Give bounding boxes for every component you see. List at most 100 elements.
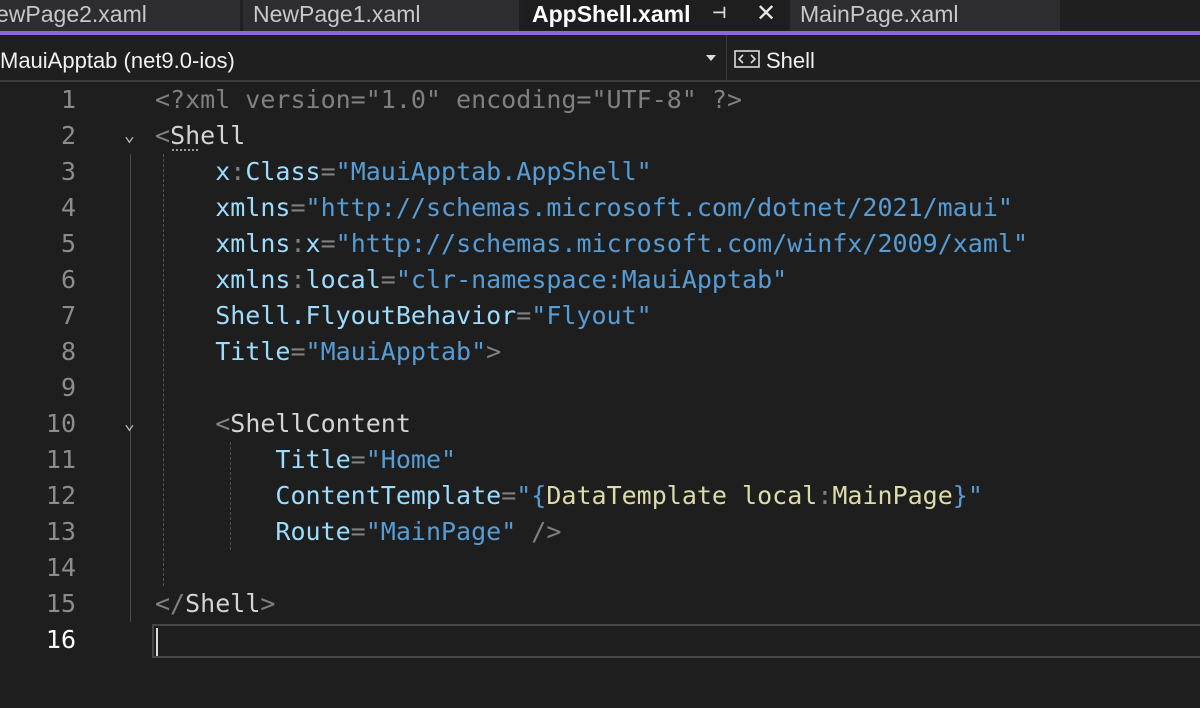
- tab-newpage1[interactable]: NewPage1.xaml: [243, 0, 519, 33]
- code-line[interactable]: 11 Title="Home": [0, 442, 1200, 478]
- code-token: =: [350, 445, 366, 474]
- code-token: "http://schemas.microsoft.com/winfx/2009…: [335, 229, 1029, 258]
- tab-label: NewPage1.xaml: [253, 1, 421, 27]
- project-dropdown[interactable]: MauiApptab (net9.0-ios): [0, 35, 727, 80]
- code-text: <Shell: [155, 118, 245, 154]
- code-token: xmlns: [155, 265, 291, 294]
- code-token: :: [290, 265, 306, 294]
- code-text: xmlns:local="clr-namespace:MauiApptab": [155, 262, 787, 298]
- line-number: 15: [45, 589, 76, 618]
- code-line[interactable]: 2 ⌄ <Shell: [0, 118, 1200, 154]
- tab-newpage2[interactable]: ewPage2.xaml: [0, 0, 240, 33]
- document-tab-strip: ewPage2.xaml NewPage1.xaml AppShell.xaml…: [0, 0, 1200, 33]
- code-token: local: [305, 265, 381, 294]
- shell-member-icon: [734, 50, 760, 68]
- line-number: 14: [45, 553, 76, 582]
- code-token: "MauiApptab.AppShell": [335, 157, 652, 186]
- code-token: "MauiApptab": [305, 337, 487, 366]
- code-line[interactable]: 5 xmlns:x="http://schemas.microsoft.com/…: [0, 226, 1200, 262]
- fold-toggle-icon[interactable]: ⌄: [124, 406, 135, 442]
- code-token: >: [486, 337, 502, 366]
- code-line[interactable]: 10 ⌄ <ShellContent: [0, 406, 1200, 442]
- code-token: local: [742, 481, 818, 510]
- close-icon[interactable]: ✕: [756, 0, 776, 27]
- code-text: xmlns:x="http://schemas.microsoft.com/wi…: [155, 226, 1028, 262]
- code-token: Shell: [170, 121, 246, 150]
- code-token: =: [516, 301, 532, 330]
- code-editor[interactable]: 1 <?xml version="1.0" encoding="UTF-8" ?>…: [0, 82, 1200, 708]
- code-line[interactable]: 1 <?xml version="1.0" encoding="UTF-8" ?>: [0, 82, 1200, 118]
- code-token: :: [230, 157, 246, 186]
- code-token: =: [290, 193, 306, 222]
- code-token: DataTemplate: [546, 481, 727, 510]
- code-line[interactable]: 7 Shell.FlyoutBehavior="Flyout": [0, 298, 1200, 334]
- code-token: "Home": [365, 445, 457, 474]
- tab-mainpage[interactable]: MainPage.xaml: [790, 0, 1060, 33]
- code-token: xmlns: [155, 229, 291, 258]
- code-token: xmlns: [155, 193, 291, 222]
- code-text: xmlns="http://schemas.microsoft.com/dotn…: [155, 190, 1013, 226]
- line-number: 10: [45, 409, 76, 438]
- code-token: =: [320, 229, 336, 258]
- line-number: 13: [45, 517, 76, 546]
- code-token: =: [380, 265, 396, 294]
- code-line[interactable]: 4 xmlns="http://schemas.microsoft.com/do…: [0, 190, 1200, 226]
- code-token: Title: [155, 445, 351, 474]
- line-number: 1: [60, 85, 76, 114]
- code-token: <: [155, 121, 171, 150]
- code-token: "{: [516, 481, 547, 510]
- code-line[interactable]: 8 Title="MauiApptab">: [0, 334, 1200, 370]
- code-token: ContentTemplate: [155, 481, 502, 510]
- code-line[interactable]: 13 Route="MainPage" />: [0, 514, 1200, 550]
- code-text: <?xml version="1.0" encoding="UTF-8" ?>: [155, 82, 742, 118]
- code-token: x: [305, 229, 321, 258]
- project-dropdown-label: MauiApptab (net9.0-ios): [0, 48, 235, 73]
- code-token: <?xml version="1.0" encoding="UTF-8" ?>: [155, 85, 742, 114]
- code-token: "Flyout": [531, 301, 652, 330]
- code-token: }": [952, 481, 983, 510]
- pin-icon[interactable]: ⊣: [712, 0, 727, 28]
- code-token: =: [290, 337, 306, 366]
- fold-toggle-icon[interactable]: ⌄: [124, 118, 135, 154]
- member-dropdown[interactable]: Shell: [734, 35, 1200, 80]
- code-token: Route: [155, 517, 351, 546]
- line-number: 5: [60, 229, 76, 258]
- code-token: Title: [155, 337, 291, 366]
- code-line[interactable]: 9: [0, 370, 1200, 406]
- line-number: 12: [45, 481, 76, 510]
- navigation-bar: MauiApptab (net9.0-ios) Shell: [0, 35, 1200, 82]
- current-line-highlight: [152, 624, 1200, 658]
- code-text: Title="Home": [155, 442, 456, 478]
- code-token: Shell: [185, 589, 261, 618]
- code-token: :: [817, 481, 833, 510]
- code-line[interactable]: 14: [0, 550, 1200, 586]
- code-token: =: [350, 517, 366, 546]
- code-token: MainPage: [832, 481, 953, 510]
- code-token: =: [501, 481, 517, 510]
- code-token: >: [260, 589, 276, 618]
- tab-label: AppShell.xaml: [532, 1, 691, 27]
- code-token: ShellContent: [230, 409, 411, 438]
- member-dropdown-label: Shell: [766, 48, 815, 73]
- line-number: 11: [45, 445, 76, 474]
- line-number: 9: [60, 373, 76, 402]
- code-line[interactable]: 15 </Shell>: [0, 586, 1200, 622]
- code-text: ContentTemplate="{DataTemplate local:Mai…: [155, 478, 983, 514]
- code-line[interactable]: 12 ContentTemplate="{DataTemplate local:…: [0, 478, 1200, 514]
- code-token: </: [155, 589, 186, 618]
- code-token: x: [155, 157, 231, 186]
- tab-label: ewPage2.xaml: [0, 1, 147, 27]
- code-line[interactable]: 6 xmlns:local="clr-namespace:MauiApptab": [0, 262, 1200, 298]
- tab-label: MainPage.xaml: [800, 1, 959, 27]
- code-text: Route="MainPage" />: [155, 514, 561, 550]
- code-text: Shell.FlyoutBehavior="Flyout": [155, 298, 652, 334]
- code-text: <ShellContent: [155, 406, 411, 442]
- code-line[interactable]: 3 x:Class="MauiApptab.AppShell": [0, 154, 1200, 190]
- tab-appshell[interactable]: AppShell.xaml ⊣ ✕: [522, 0, 787, 33]
- code-token: "clr-namespace:MauiApptab": [395, 265, 788, 294]
- code-token: :: [290, 229, 306, 258]
- code-token: =: [320, 157, 336, 186]
- code-token: Shell.FlyoutBehavior: [155, 301, 517, 330]
